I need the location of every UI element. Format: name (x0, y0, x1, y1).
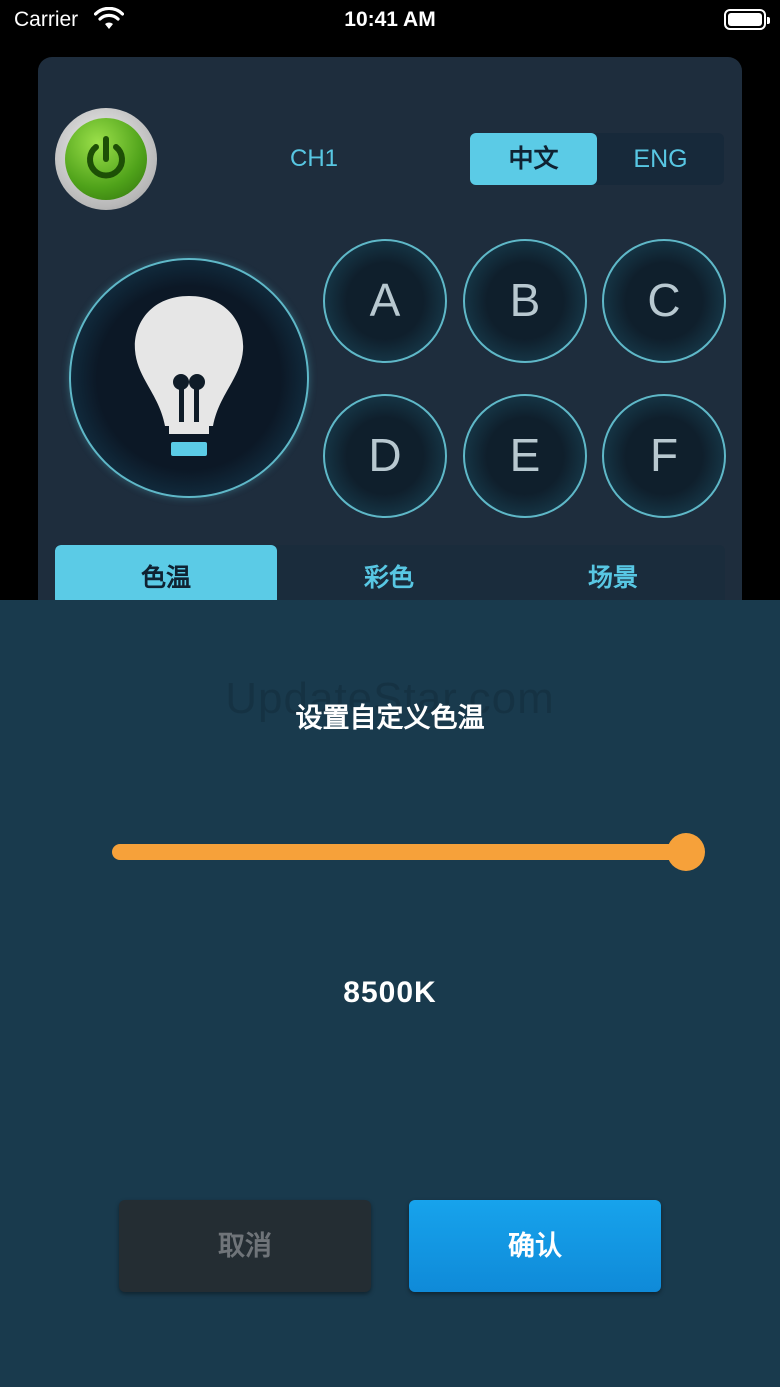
tab-scene[interactable]: 场景 (501, 545, 725, 605)
slider-thumb[interactable] (667, 833, 705, 871)
scene-button-b[interactable]: B (463, 239, 587, 363)
bulb-button[interactable] (69, 258, 309, 498)
scene-button-c[interactable]: C (602, 239, 726, 363)
status-bar: Carrier 10:41 AM (0, 0, 780, 40)
channel-label[interactable]: CH1 (260, 145, 368, 173)
cancel-button[interactable]: 取消 (119, 1200, 371, 1292)
lang-zh-button[interactable]: 中文 (470, 133, 597, 185)
scene-button-a[interactable]: A (323, 239, 447, 363)
scene-button-f[interactable]: F (602, 394, 726, 518)
slider-track[interactable] (112, 844, 686, 860)
color-temp-slider[interactable] (112, 833, 705, 871)
lang-en-button[interactable]: ENG (597, 133, 724, 185)
sheet-title: 设置自定义色温 (295, 703, 485, 733)
tab-color-temp[interactable]: 色温 (55, 545, 277, 605)
confirm-button[interactable]: 确认 (409, 1200, 661, 1292)
color-temp-sheet: UpdateStar.com 设置自定义色温 8500K 取消 确认 (0, 600, 780, 1387)
color-temp-value: 8500K (343, 976, 437, 1009)
status-time: 10:41 AM (344, 8, 436, 31)
battery-icon (724, 9, 770, 30)
power-icon (65, 118, 147, 200)
bulb-icon (134, 296, 244, 456)
language-toggle: 中文 ENG (470, 133, 724, 185)
power-button[interactable] (55, 108, 157, 210)
mode-tabs: 色温 彩色 场景 (55, 545, 725, 605)
tab-color[interactable]: 彩色 (277, 545, 501, 605)
scene-button-e[interactable]: E (463, 394, 587, 518)
scene-button-d[interactable]: D (323, 394, 447, 518)
